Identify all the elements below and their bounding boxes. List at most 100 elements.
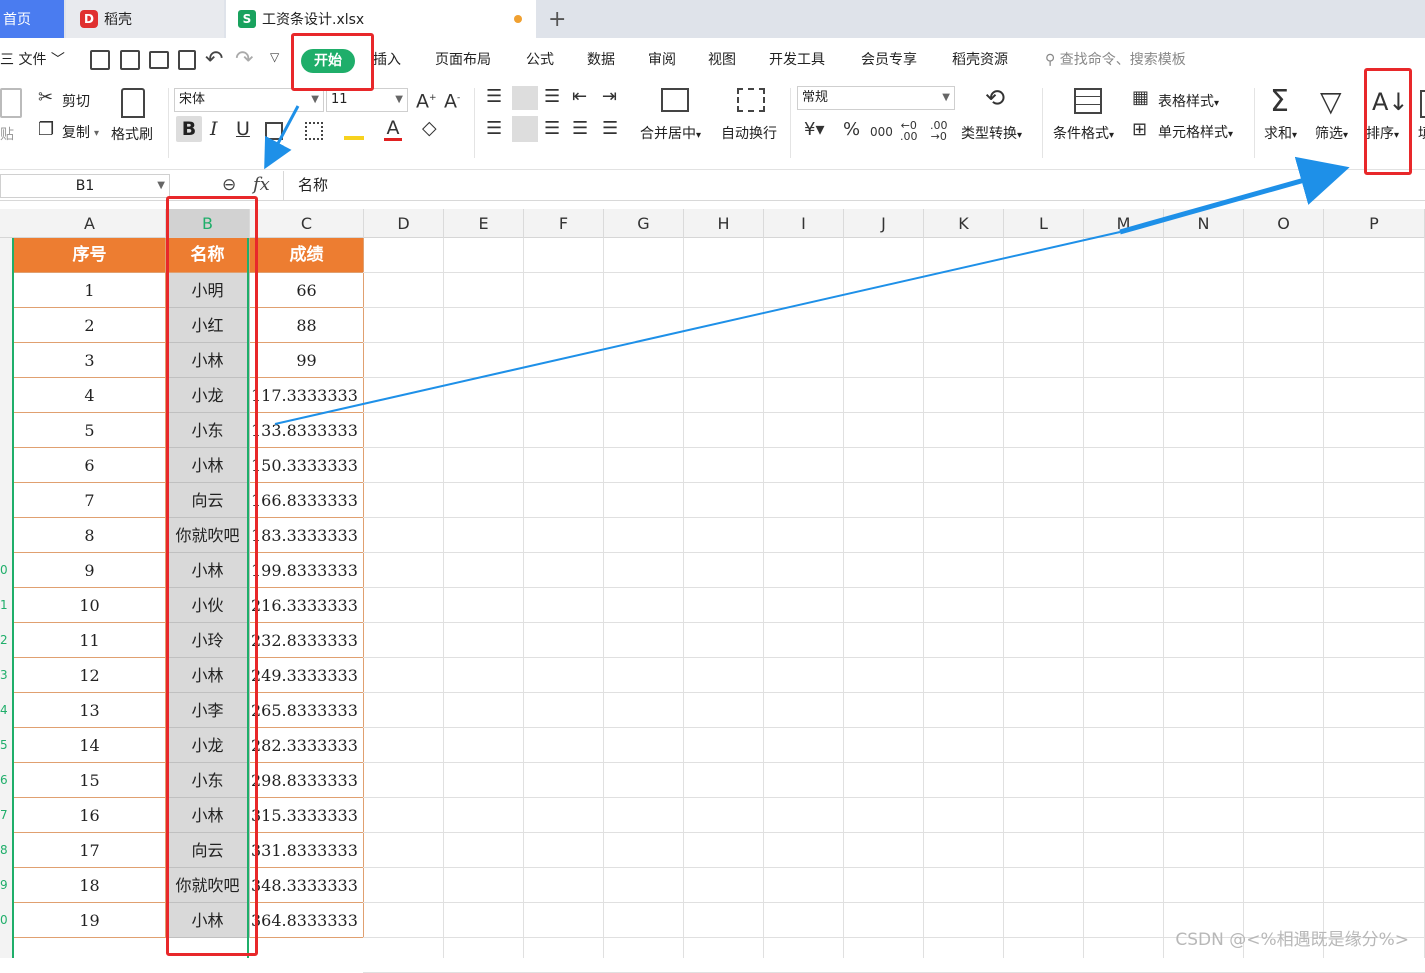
percent-icon[interactable]: % xyxy=(843,120,860,140)
eraser-icon[interactable]: ◇ xyxy=(422,118,437,138)
redo-icon[interactable]: ↷ xyxy=(235,47,253,72)
column-header-o[interactable]: O xyxy=(1244,209,1324,238)
copy-button[interactable]: 复制 xyxy=(62,122,90,142)
row-header[interactable]: 5 xyxy=(0,728,14,763)
thousands-separator-icon[interactable]: 000 xyxy=(870,122,893,142)
fx-icon[interactable]: fx xyxy=(253,174,270,195)
column-header-i[interactable]: I xyxy=(764,209,844,238)
menu-view[interactable]: 视图 xyxy=(708,40,736,80)
table-cell[interactable]: 3 xyxy=(14,343,166,378)
column-header-b[interactable]: B xyxy=(166,209,250,238)
font-size-select[interactable]: 11▼ xyxy=(326,88,408,112)
currency-icon[interactable]: ¥▾ xyxy=(804,120,825,140)
name-box[interactable]: B1 ▼ xyxy=(0,174,170,198)
conditional-format-button[interactable]: 条件格式▾ xyxy=(1053,123,1114,143)
table-cell[interactable]: 232.8333333 xyxy=(250,623,364,658)
decrease-indent-icon[interactable]: ⇤ xyxy=(572,87,587,107)
font-name-select[interactable]: 宋体▼ xyxy=(174,88,324,112)
table-cell[interactable]: 16 xyxy=(14,798,166,833)
table-cell[interactable]: 10 xyxy=(14,588,166,623)
column-header-l[interactable]: L xyxy=(1004,209,1084,238)
table-cell[interactable]: 133.8333333 xyxy=(250,413,364,448)
table-cell[interactable]: 小东 xyxy=(166,763,250,798)
column-header-f[interactable]: F xyxy=(524,209,604,238)
row-header[interactable]: 9 xyxy=(0,868,14,903)
align-center-icon[interactable] xyxy=(512,116,538,142)
quick-access-dropdown-icon[interactable]: ▽ xyxy=(270,50,279,64)
align-left-icon[interactable]: ☰ xyxy=(486,119,502,139)
table-cell[interactable]: 1 xyxy=(14,273,166,308)
table-cell[interactable]: 364.8333333 xyxy=(250,903,364,938)
format-painter-button[interactable]: 格式刷 xyxy=(111,124,153,144)
table-style-button[interactable]: 表格样式▾ xyxy=(1158,91,1219,111)
row-header[interactable]: 3 xyxy=(0,658,14,693)
table-cell[interactable]: 向云 xyxy=(166,483,250,518)
column-header-a[interactable]: A xyxy=(14,209,166,238)
table-cell[interactable]: 小红 xyxy=(166,308,250,343)
distributed-icon[interactable]: ☰ xyxy=(602,119,618,139)
table-cell[interactable]: 小东 xyxy=(166,413,250,448)
new-tab-button[interactable]: + xyxy=(548,0,572,38)
menu-start[interactable]: 开始 xyxy=(301,49,355,73)
increase-decimal-icon[interactable]: ←0.00 xyxy=(900,120,918,142)
table-cell[interactable]: 17 xyxy=(14,833,166,868)
table-cell[interactable]: 183.3333333 xyxy=(250,518,364,553)
row-header[interactable]: 0 xyxy=(0,553,14,588)
align-top-icon[interactable]: ☰ xyxy=(486,87,502,107)
filter-button[interactable]: 筛选▾ xyxy=(1315,123,1348,143)
table-cell[interactable]: 315.3333333 xyxy=(250,798,364,833)
wrap-text-button[interactable]: 自动换行 xyxy=(721,123,777,143)
column-header-j[interactable]: J xyxy=(844,209,924,238)
table-cell[interactable]: 小林 xyxy=(166,553,250,588)
sort-button[interactable]: 排序▾ xyxy=(1366,123,1399,143)
table-header-cell[interactable]: 序号 xyxy=(14,238,166,273)
undo-icon[interactable]: ↶ xyxy=(205,47,223,72)
table-cell[interactable]: 9 xyxy=(14,553,166,588)
cut-button[interactable]: 剪切 xyxy=(62,91,90,111)
table-cell[interactable]: 12 xyxy=(14,658,166,693)
menu-data[interactable]: 数据 xyxy=(587,40,615,80)
table-cell[interactable]: 小林 xyxy=(166,903,250,938)
column-header-h[interactable]: H xyxy=(684,209,764,238)
table-cell[interactable]: 265.8333333 xyxy=(250,693,364,728)
fill-button[interactable]: 填 xyxy=(1418,123,1425,143)
table-cell[interactable]: 19 xyxy=(14,903,166,938)
table-cell[interactable]: 331.8333333 xyxy=(250,833,364,868)
column-header-p[interactable]: P xyxy=(1324,209,1425,238)
table-cell[interactable]: 13 xyxy=(14,693,166,728)
align-right-icon[interactable]: ☰ xyxy=(544,119,560,139)
cell-border-style-icon[interactable] xyxy=(305,122,323,140)
table-cell[interactable]: 199.8333333 xyxy=(250,553,364,588)
align-bottom-icon[interactable]: ☰ xyxy=(544,87,560,107)
menu-file[interactable]: 三 文件 ﹀ xyxy=(0,40,65,80)
formula-input[interactable]: 名称 xyxy=(283,171,1425,200)
table-cell[interactable]: 向云 xyxy=(166,833,250,868)
border-icon[interactable] xyxy=(265,122,283,140)
print-icon[interactable] xyxy=(149,51,169,69)
column-header-c[interactable]: C xyxy=(250,209,364,238)
menu-review[interactable]: 审阅 xyxy=(648,40,676,80)
sum-button[interactable]: 求和▾ xyxy=(1264,123,1297,143)
print-preview-icon[interactable] xyxy=(178,50,196,70)
table-cell[interactable]: 348.3333333 xyxy=(250,868,364,903)
tab-daoke[interactable]: D 稻壳 xyxy=(66,0,224,38)
table-cell[interactable]: 216.3333333 xyxy=(250,588,364,623)
table-cell[interactable]: 2 xyxy=(14,308,166,343)
increase-font-icon[interactable]: A+ xyxy=(416,88,437,111)
justify-icon[interactable]: ☰ xyxy=(572,119,588,139)
tab-home[interactable]: 首页 xyxy=(0,0,64,38)
decrease-font-icon[interactable]: A- xyxy=(444,88,460,111)
column-header-d[interactable]: D xyxy=(364,209,444,238)
merge-center-button[interactable]: 合并居中▾ xyxy=(640,123,701,143)
table-cell[interactable]: 小玲 xyxy=(166,623,250,658)
command-search[interactable]: ⚲ 查找命令、搜索模板 xyxy=(1045,40,1186,80)
menu-daoke-resources[interactable]: 稻壳资源 xyxy=(952,40,1008,80)
row-header[interactable]: 4 xyxy=(0,693,14,728)
table-cell[interactable]: 282.3333333 xyxy=(250,728,364,763)
table-cell[interactable]: 88 xyxy=(250,308,364,343)
table-cell[interactable]: 小林 xyxy=(166,798,250,833)
row-header[interactable]: 6 xyxy=(0,763,14,798)
menu-developer[interactable]: 开发工具 xyxy=(769,40,825,80)
table-header-cell[interactable]: 成绩 xyxy=(250,238,364,273)
table-cell[interactable]: 99 xyxy=(250,343,364,378)
